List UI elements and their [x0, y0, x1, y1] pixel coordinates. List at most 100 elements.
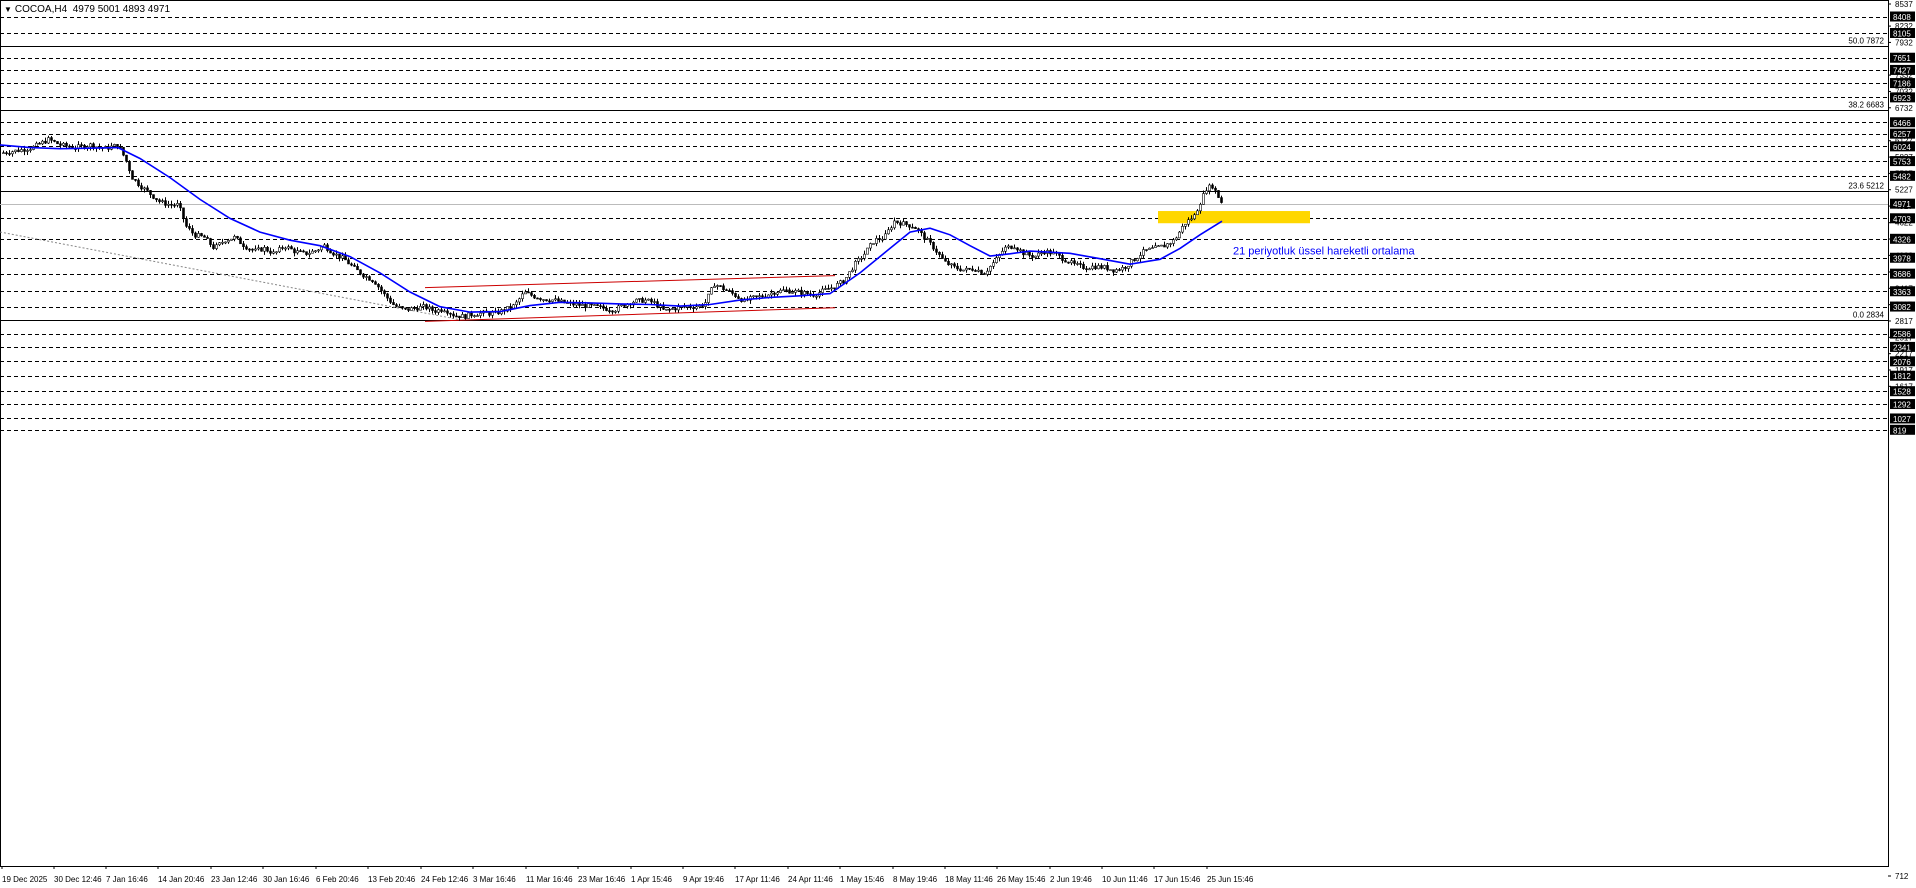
- candle-body: [581, 304, 584, 306]
- candle-body: [1121, 267, 1124, 271]
- candle-body: [317, 249, 320, 252]
- candle-body: [188, 226, 191, 229]
- candle-body: [512, 304, 515, 309]
- candle-body: [962, 269, 965, 272]
- candle-body: [788, 289, 791, 294]
- candle-body: [266, 246, 269, 252]
- candle-body: [1085, 268, 1088, 271]
- candle-body: [887, 229, 890, 235]
- candle-body: [221, 241, 224, 244]
- candle-body: [956, 265, 959, 270]
- candle-body: [23, 149, 26, 152]
- candle-body: [236, 236, 239, 239]
- price-chart[interactable]: 50.0 7872 38.2 6683 23.6 5212 0.0 2834 21 pe…: [0, 0, 1916, 888]
- candle-body: [65, 142, 68, 147]
- candle-body: [257, 247, 260, 250]
- candle-body: [524, 291, 527, 295]
- ema-label: 21 periyotluk üssel hareketli ortalama: [1233, 246, 1415, 258]
- candle-body: [1067, 261, 1070, 264]
- candle-body: [860, 258, 863, 260]
- candle-body: [614, 310, 617, 313]
- candle-body: [1133, 259, 1136, 262]
- candle-body: [968, 267, 971, 270]
- candle-body: [218, 242, 221, 246]
- candle-body: [716, 285, 719, 287]
- price-level-box-label: 5753: [1893, 158, 1911, 167]
- candle-body: [20, 149, 23, 152]
- candle-body: [17, 149, 20, 152]
- candle-body: [1010, 245, 1013, 249]
- candle-body: [536, 297, 539, 300]
- candle-body: [401, 306, 404, 309]
- x-tick-label: 25 Jun 15:46: [1207, 875, 1254, 884]
- candle-body: [1157, 245, 1160, 247]
- candle-body: [785, 289, 788, 292]
- x-tick-label: 17 Apr 11:46: [735, 875, 780, 884]
- candle-body: [770, 292, 773, 296]
- candle-body: [728, 290, 731, 292]
- candle-body: [734, 293, 737, 297]
- candle-body: [386, 293, 389, 299]
- candle-body: [287, 246, 290, 249]
- y-tick-label: 2817: [1895, 317, 1913, 326]
- price-level-box-label: 2341: [1893, 343, 1911, 352]
- candle-body: [914, 227, 917, 229]
- candle-body: [320, 246, 323, 251]
- x-tick-label: 2 Jun 19:46: [1050, 875, 1092, 884]
- candle-body: [926, 238, 929, 240]
- price-level-box-label: 4971: [1893, 200, 1911, 209]
- candle-body: [800, 289, 803, 295]
- candle-body: [1109, 269, 1112, 271]
- candle-body: [194, 232, 197, 238]
- candle-body: [170, 203, 173, 206]
- candle-body: [1178, 231, 1181, 239]
- candle-body: [44, 140, 47, 144]
- candle-body: [731, 290, 734, 294]
- price-level-box-label: 8105: [1893, 30, 1911, 39]
- candle-body: [179, 203, 182, 209]
- candle-body: [335, 253, 338, 256]
- candle-body: [278, 247, 281, 253]
- candle-body: [674, 308, 677, 311]
- candle-body: [11, 151, 14, 155]
- candle-body: [719, 285, 722, 287]
- candle-body: [1145, 249, 1148, 251]
- candle-body: [281, 247, 284, 249]
- candle-body: [89, 143, 92, 148]
- candle-body: [803, 291, 806, 295]
- candle-body: [131, 170, 134, 180]
- candle-body: [1220, 197, 1223, 203]
- candle-body: [941, 254, 944, 259]
- x-tick-label: 10 Jun 11:46: [1102, 875, 1148, 884]
- candle-body: [425, 304, 428, 310]
- candle-body: [662, 305, 665, 310]
- candle-body: [143, 187, 146, 190]
- candle-body: [470, 312, 473, 317]
- price-level-box-label: 7651: [1893, 54, 1911, 63]
- fib-label: 38.2 6683: [1848, 101, 1884, 110]
- candle-body: [863, 253, 866, 259]
- candle-body: [848, 271, 851, 278]
- candle-body: [677, 306, 680, 311]
- candle-body: [299, 250, 302, 252]
- x-tick-label: 14 Jan 20:46: [158, 875, 205, 884]
- candle-body: [389, 297, 392, 303]
- candle-body: [407, 308, 410, 311]
- support-zone: [1158, 211, 1310, 224]
- candle-body: [560, 299, 563, 302]
- candle-body: [953, 263, 956, 267]
- candle-body: [1091, 265, 1094, 270]
- price-level-box-label: 5482: [1893, 172, 1911, 181]
- candle-body: [695, 306, 698, 309]
- candle-body: [1031, 254, 1034, 258]
- candle-body: [776, 292, 779, 295]
- candle-body: [245, 246, 248, 250]
- candle-body: [152, 194, 155, 199]
- candle-body: [884, 233, 887, 240]
- candle-body: [1139, 255, 1142, 259]
- x-tick-label: 1 Apr 15:46: [631, 875, 672, 884]
- candle-body: [755, 295, 758, 298]
- candle-body: [782, 289, 785, 292]
- candle-body: [308, 252, 311, 255]
- price-level-box-label: 1292: [1893, 401, 1911, 410]
